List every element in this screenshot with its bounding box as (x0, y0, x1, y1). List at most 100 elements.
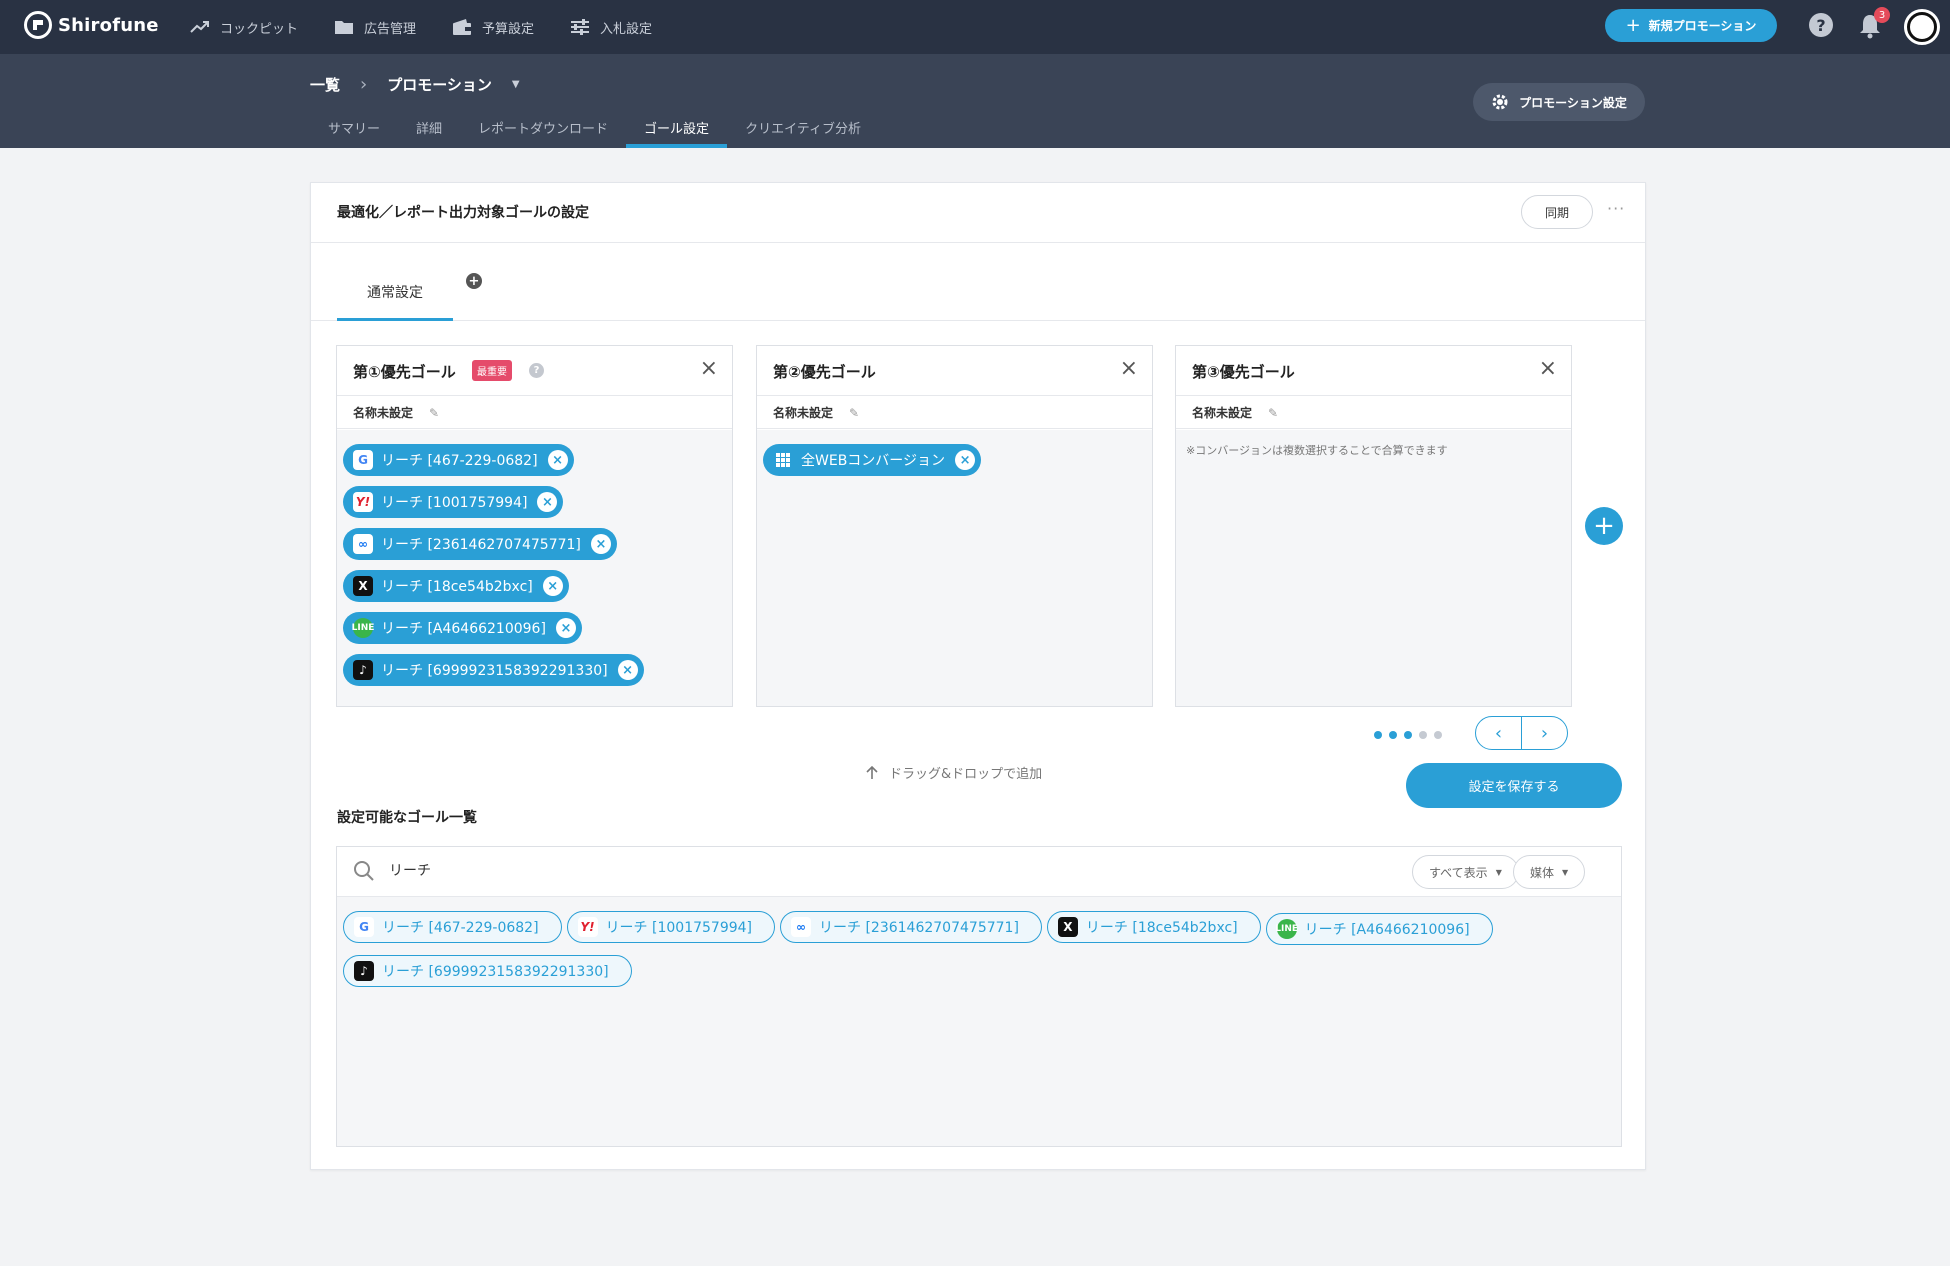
caret-down-icon: ▼ (1495, 867, 1502, 877)
goal-drop-zone[interactable]: 全WEBコンバージョン × (757, 430, 1152, 706)
goal-title: 第①優先ゴール (353, 363, 456, 381)
wallet-icon (453, 19, 472, 35)
arrow-up-icon (866, 765, 878, 779)
new-promotion-button[interactable]: + 新規プロモーション (1605, 9, 1777, 42)
promotion-settings-label: プロモーション設定 (1519, 95, 1627, 110)
page-dot[interactable] (1374, 731, 1382, 739)
nav-cockpit[interactable]: コックピット (190, 18, 298, 37)
goal-chip[interactable]: 全WEBコンバージョン × (763, 444, 982, 476)
tab-detail[interactable]: 詳細 (398, 112, 460, 148)
meta-icon: ∞ (791, 917, 812, 937)
remove-icon[interactable]: × (555, 618, 576, 638)
remove-icon[interactable]: × (542, 576, 563, 596)
available-goal-label: リーチ [6999923158392291330] (382, 964, 609, 980)
settings-tabs: 通常設定 + (311, 243, 1645, 321)
question-icon[interactable]: ? (529, 363, 544, 378)
save-settings-button[interactable]: 設定を保存する (1406, 763, 1622, 808)
page-dot[interactable] (1404, 731, 1412, 739)
page-dot[interactable] (1419, 731, 1427, 739)
available-goal-chip[interactable]: LINE リーチ [A46466210096] (1265, 913, 1493, 945)
goal-title: 第②優先ゴール (773, 363, 876, 381)
goal-name: 名称未設定 (353, 406, 414, 420)
breadcrumb-root[interactable]: 一覧 (310, 74, 340, 95)
add-tab-icon[interactable]: + (466, 273, 482, 289)
pencil-icon[interactable]: ✎ (849, 406, 859, 420)
available-goal-chip[interactable]: G リーチ [467-229-0682] (343, 911, 562, 943)
google-icon: G (353, 450, 373, 470)
search-input[interactable] (389, 862, 989, 878)
goal-chip[interactable]: G リーチ [467-229-0682] × (343, 444, 574, 476)
goal-chip[interactable]: LINE リーチ [A46466210096] × (343, 612, 582, 644)
available-goal-label: リーチ [A46466210096] (1304, 922, 1470, 938)
gear-icon (1492, 94, 1508, 110)
goal-chip[interactable]: ♪ リーチ [6999923158392291330] × (343, 654, 644, 686)
chevron-left-icon[interactable]: ‹ (1476, 717, 1522, 749)
goal-panel-header: 第②優先ゴール × (757, 346, 1152, 396)
notification-count-badge: 3 (1874, 7, 1890, 23)
app-logo[interactable]: Shirofune (24, 11, 159, 39)
close-icon[interactable]: × (1120, 358, 1138, 380)
main-nav: コックピット 広告管理 予算設定 入札設定 (190, 0, 652, 54)
tab-normal-settings[interactable]: 通常設定 (337, 265, 453, 321)
more-options-icon[interactable]: ··· (1607, 199, 1625, 218)
yahoo-icon: Y! (577, 917, 598, 937)
meta-icon: ∞ (353, 534, 373, 554)
goal-name-row: 名称未設定 ✎ (1176, 396, 1571, 429)
remove-icon[interactable]: × (547, 450, 568, 470)
nav-budget[interactable]: 予算設定 (452, 18, 534, 37)
goal-panel-header: 第③優先ゴール × (1176, 346, 1571, 396)
filter-display-select[interactable]: すべて表示 ▼ (1412, 855, 1519, 889)
breadcrumb-current[interactable]: プロモーション (387, 74, 492, 95)
goal-drop-zone[interactable]: G リーチ [467-229-0682] × Y! リーチ [1001757994] ×… (337, 430, 732, 706)
remove-icon[interactable]: × (955, 450, 976, 470)
filter-media-select[interactable]: 媒体 ▼ (1513, 855, 1586, 889)
pencil-icon[interactable]: ✎ (1268, 406, 1278, 420)
sync-button[interactable]: 同期 (1521, 195, 1593, 229)
nav-ad-management[interactable]: 広告管理 (334, 18, 416, 37)
page-dot[interactable] (1434, 731, 1442, 739)
pagination-dots (1374, 731, 1442, 739)
close-icon[interactable]: × (1539, 358, 1557, 380)
available-goal-label: リーチ [1001757994] (605, 920, 753, 936)
goal-chip[interactable]: X リーチ [18ce54b2bxc] × (343, 570, 569, 602)
available-goal-chip[interactable]: Y! リーチ [1001757994] (566, 911, 776, 943)
nav-budget-label: 予算設定 (482, 21, 535, 37)
close-icon[interactable]: × (700, 358, 718, 380)
x-icon: X (353, 576, 373, 596)
nav-bidding[interactable]: 入札設定 (570, 18, 652, 37)
tab-summary[interactable]: サマリー (310, 112, 398, 148)
goal-drop-zone[interactable]: ※コンバージョンは複数選択することで合算できます (1176, 430, 1571, 706)
goal-chip-label: リーチ [1001757994] (381, 495, 528, 511)
avatar[interactable] (1904, 9, 1940, 45)
goal-chip[interactable]: Y! リーチ [1001757994] × (343, 486, 564, 518)
plus-icon: + (1625, 15, 1641, 36)
goal-chip[interactable]: ∞ リーチ [2361462707475771] × (343, 528, 617, 560)
shirofune-logo-icon (24, 11, 52, 39)
drag-drop-hint: ドラッグ&ドロップで追加 (865, 763, 1042, 782)
goal-name-row: 名称未設定 ✎ (337, 396, 732, 429)
page-dot[interactable] (1389, 731, 1397, 739)
available-goal-chip[interactable]: X リーチ [18ce54b2bxc] (1046, 911, 1261, 943)
available-goal-label: リーチ [467-229-0682] (382, 920, 539, 936)
sliders-icon (571, 19, 590, 35)
chevron-right-icon[interactable]: › (1522, 717, 1567, 749)
line-icon: LINE (352, 618, 374, 638)
nav-ad-management-label: 広告管理 (364, 21, 417, 37)
add-goal-button[interactable]: + (1585, 507, 1623, 545)
help-icon[interactable]: ? (1809, 13, 1833, 37)
tab-report-download[interactable]: レポートダウンロード (460, 112, 626, 148)
available-goal-chip[interactable]: ∞ リーチ [2361462707475771] (780, 911, 1042, 943)
available-goals-list: G リーチ [467-229-0682] Y! リーチ [1001757994] ∞ リー… (337, 897, 1621, 1146)
caret-down-icon[interactable]: ▼ (512, 79, 520, 90)
remove-icon[interactable]: × (590, 534, 611, 554)
search-row: すべて表示 ▼ 媒体 ▼ (337, 847, 1621, 897)
pencil-icon[interactable]: ✎ (429, 406, 439, 420)
tab-goal-settings[interactable]: ゴール設定 (626, 112, 728, 148)
remove-icon[interactable]: × (617, 660, 638, 680)
promotion-settings-button[interactable]: プロモーション設定 (1473, 83, 1645, 121)
card-header: 最適化／レポート出力対象ゴールの設定 同期 ··· (311, 183, 1645, 243)
remove-icon[interactable]: × (537, 492, 558, 512)
drag-drop-label: ドラッグ&ドロップで追加 (889, 767, 1043, 782)
tab-creative-analysis[interactable]: クリエイティブ分析 (727, 112, 879, 148)
available-goal-chip[interactable]: ♪ リーチ [6999923158392291330] (343, 955, 632, 987)
